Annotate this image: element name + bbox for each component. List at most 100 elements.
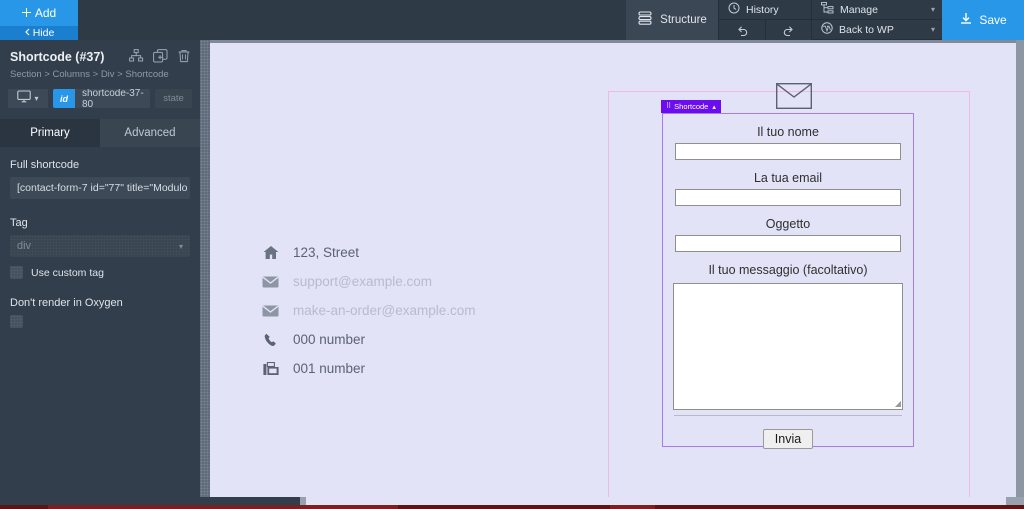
chevron-left-icon — [24, 27, 30, 39]
fax-icon — [262, 361, 279, 376]
list-item: support@example.com — [262, 267, 476, 296]
field-label: La tua email — [753, 171, 823, 185]
message-textarea[interactable]: ◢ — [673, 283, 903, 410]
redo-button[interactable] — [765, 20, 811, 40]
contact-text: 123, Street — [293, 245, 360, 260]
envelope-icon — [262, 276, 279, 288]
shortcode-badge-label: Shortcode — [674, 102, 709, 111]
canvas-area: 123, Street support@example.com make-an-… — [200, 40, 1024, 497]
email-input[interactable] — [675, 189, 901, 206]
top-toolbar: Add Hide Structure History Manage ▾ Back… — [0, 0, 1024, 40]
structure-label: Structure — [660, 14, 707, 26]
trash-icon[interactable] — [177, 49, 191, 68]
canvas-vertical-scrollbar[interactable] — [1016, 40, 1024, 497]
divider — [674, 415, 902, 416]
use-custom-tag-checkbox[interactable] — [10, 266, 23, 279]
sidebar-header: Shortcode (#37) Section > Columns > Div … — [0, 40, 200, 80]
tag-select[interactable]: div ▾ — [10, 235, 190, 257]
full-shortcode-label: Full shortcode — [10, 159, 80, 171]
undo-redo-group — [718, 20, 811, 40]
stacked-bars-icon — [637, 10, 653, 31]
history-button[interactable]: History — [718, 0, 811, 20]
use-custom-tag-row: Use custom tag — [10, 266, 190, 279]
list-item: 123, Street — [262, 238, 476, 267]
horizontal-scrollbar[interactable] — [0, 497, 1024, 505]
structure-button[interactable]: Structure — [626, 0, 718, 40]
full-shortcode-input[interactable]: [contact-form-7 id="77" title="Modulo di… — [10, 177, 190, 199]
drag-handle-icon[interactable]: ⠿ — [666, 103, 671, 110]
tag-label: Tag — [10, 217, 28, 229]
envelope-icon — [262, 305, 279, 317]
state-button[interactable]: state — [155, 89, 192, 108]
tab-primary[interactable]: Primary — [0, 119, 100, 147]
clock-icon — [728, 2, 740, 17]
submit-button[interactable]: Invia — [762, 429, 814, 449]
chevron-down-icon: ▾ — [34, 94, 39, 103]
submit-row: Invia — [663, 429, 913, 449]
device-selector[interactable]: ▾ — [8, 89, 48, 108]
field-label: Oggetto — [765, 217, 811, 231]
undo-button[interactable] — [719, 20, 765, 40]
toolbar-grid: History Manage ▾ Back to WP ▾ — [718, 0, 942, 40]
phone-icon — [262, 333, 279, 347]
page-preview: 123, Street support@example.com make-an-… — [210, 43, 1016, 497]
chevron-up-icon[interactable]: ▴ — [712, 103, 716, 111]
scrollbar-thumb[interactable] — [306, 497, 1006, 505]
element-id-value: shortcode-37-80 — [82, 89, 144, 108]
element-id-field[interactable]: id shortcode-37-80 — [53, 89, 150, 108]
hide-button[interactable]: Hide — [0, 26, 78, 40]
contact-text: 000 number — [293, 332, 366, 347]
save-button[interactable]: Save — [942, 0, 1024, 40]
back-to-wp-label: Back to WP — [839, 23, 894, 36]
wordpress-icon — [821, 22, 833, 37]
tab-advanced[interactable]: Advanced — [100, 119, 200, 147]
download-icon — [959, 12, 973, 29]
monitor-icon — [17, 89, 32, 108]
name-input[interactable] — [675, 143, 901, 160]
back-to-wp-button[interactable]: Back to WP ▾ — [811, 20, 942, 40]
dont-render-checkbox[interactable] — [10, 315, 23, 328]
field-label: Il tuo messaggio (facoltativo) — [708, 263, 868, 277]
contact-form[interactable]: Il tuo nome La tua email Oggetto Il tuo … — [662, 113, 914, 449]
oxygen-builder-app: Add Hide Structure History Manage ▾ Back… — [0, 0, 1024, 509]
breadcrumb[interactable]: Section > Columns > Div > Shortcode — [10, 69, 190, 80]
plus-icon — [21, 6, 31, 20]
envelope-icon — [775, 82, 812, 114]
list-item: 000 number — [262, 325, 476, 354]
dont-render-label: Don't render in Oxygen — [10, 297, 123, 309]
contact-info-list: 123, Street support@example.com make-an-… — [262, 238, 476, 383]
os-taskbar — [0, 505, 1024, 509]
sitemap-icon — [821, 2, 834, 17]
manage-button[interactable]: Manage ▾ — [811, 0, 942, 20]
shortcode-element-badge[interactable]: ⠿ Shortcode ▴ — [661, 100, 721, 113]
duplicate-icon[interactable] — [153, 49, 168, 68]
node-tree-icon[interactable] — [129, 49, 144, 68]
manage-label: Manage — [840, 3, 878, 16]
chevron-down-icon: ▾ — [178, 241, 183, 251]
id-badge: id — [53, 89, 75, 108]
sidebar-header-actions — [129, 49, 191, 68]
use-custom-tag-label: Use custom tag — [31, 266, 104, 279]
canvas-left-gutter[interactable] — [200, 40, 210, 497]
resize-handle-icon[interactable]: ◢ — [892, 399, 901, 408]
scrollbar-track-left — [0, 497, 300, 505]
taskbar-segment — [610, 505, 655, 509]
home-icon — [262, 245, 279, 260]
contact-text: 001 number — [293, 361, 366, 376]
subject-input[interactable] — [675, 235, 901, 252]
add-button[interactable]: Add — [0, 0, 78, 26]
field-label: Il tuo nome — [757, 125, 819, 139]
list-item: make-an-order@example.com — [262, 296, 476, 325]
save-button-label: Save — [979, 13, 1007, 27]
settings-tabs: Primary Advanced — [0, 119, 200, 147]
taskbar-segment — [48, 505, 398, 509]
add-button-label: Add — [34, 6, 57, 20]
history-label: History — [746, 3, 779, 16]
chevron-down-icon: ▾ — [930, 25, 935, 34]
list-item: 001 number — [262, 354, 476, 383]
selector-row: ▾ id shortcode-37-80 state — [8, 89, 192, 108]
contact-text: support@example.com — [293, 274, 433, 289]
hide-button-label: Hide — [32, 27, 55, 39]
